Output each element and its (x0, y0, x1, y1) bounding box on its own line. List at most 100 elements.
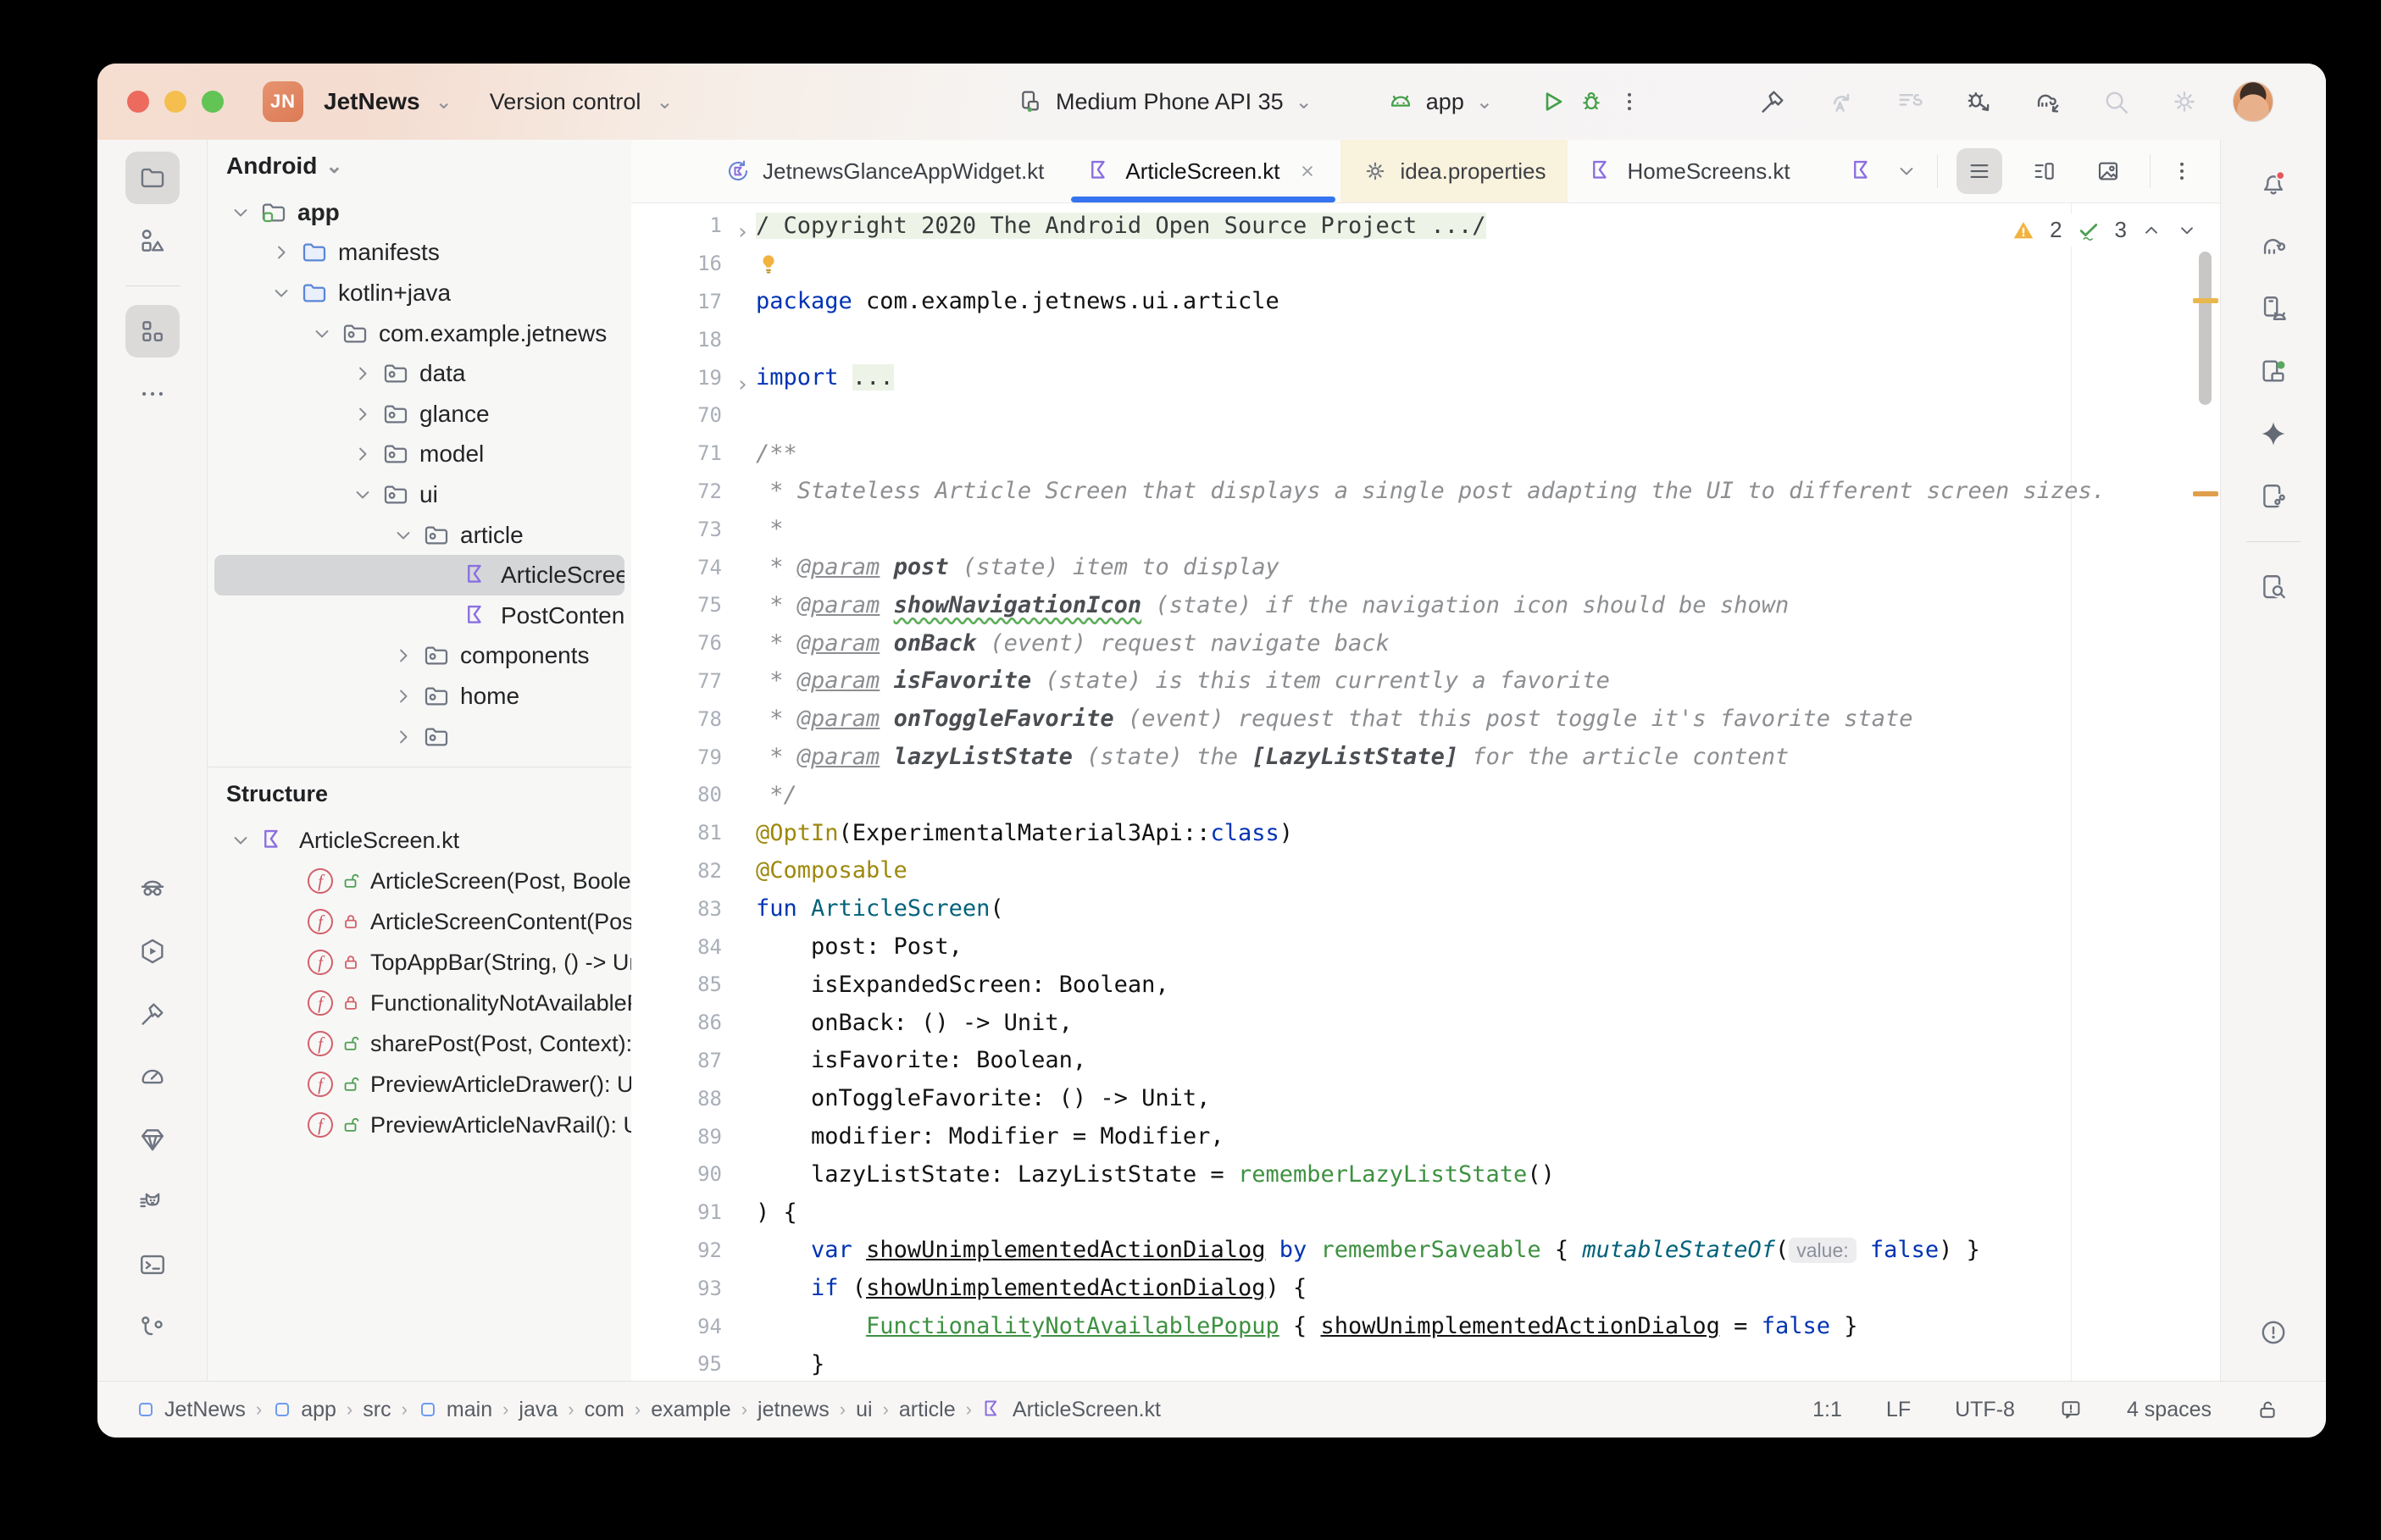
search-icon[interactable] (2101, 87, 2130, 116)
tool-button-services[interactable] (125, 925, 180, 978)
tool-button-more[interactable] (125, 368, 180, 420)
code-line-76[interactable]: 76 * @param onBack (event) request navig… (631, 624, 2220, 662)
line-number[interactable]: 86 (631, 1011, 756, 1034)
tree-item-com.example.jetnews[interactable]: com.example.jetnews (214, 313, 624, 354)
code-line-74[interactable]: 74 * @param post (state) item to display (631, 548, 2220, 586)
code-line-77[interactable]: 77 * @param isFavorite (state) is this i… (631, 662, 2220, 701)
code-line-78[interactable]: 78 * @param onToggleFavorite (event) req… (631, 700, 2220, 738)
modified-stripe-mark[interactable] (2193, 491, 2218, 496)
structure-item[interactable]: fArticleScreen(Post, Boolean, (208, 861, 631, 901)
tool-button-running-devices[interactable] (2246, 345, 2301, 397)
code-line-73[interactable]: 73 * (631, 510, 2220, 548)
line-number[interactable]: 19› (631, 366, 756, 390)
tree-item-article[interactable]: article (214, 515, 624, 556)
tool-button-gemini[interactable] (2246, 407, 2301, 460)
structure-item[interactable]: fsharePost(Post, Context): Un (208, 1023, 631, 1064)
line-number[interactable]: 83 (631, 897, 756, 921)
fold-marker-icon[interactable]: › (735, 366, 749, 404)
tree-item-PostContent.kt[interactable]: PostContent.kt (214, 596, 624, 636)
structure-item[interactable]: fPreviewArticleNavRail(): Unit (208, 1105, 631, 1145)
line-number[interactable]: 75 (631, 593, 756, 617)
warning-stripe-mark[interactable] (2193, 298, 2218, 303)
tree-item-ui[interactable]: ui (214, 474, 624, 515)
hidden-tabs-dropdown[interactable] (1895, 159, 1918, 183)
line-number[interactable]: 92 (631, 1238, 756, 1262)
code-line-88[interactable]: 88 onToggleFavorite: () -> Unit, (631, 1079, 2220, 1117)
inspections-widget[interactable]: 2 3 (2002, 213, 2206, 247)
chevron-right-icon[interactable] (345, 442, 380, 466)
chevron-down-icon[interactable] (223, 828, 258, 852)
code-line-89[interactable]: 89 modifier: Modifier = Modifier, (631, 1117, 2220, 1155)
code-line-87[interactable]: 87 isFavorite: Boolean, (631, 1042, 2220, 1080)
code-editor[interactable]: 1›/ Copyright 2020 The Android Open Sour… (631, 203, 2220, 1381)
line-number[interactable]: 77 (631, 669, 756, 693)
tab-options-button[interactable] (2169, 158, 2195, 184)
gradle-sync-icon[interactable] (2033, 87, 2062, 116)
breadcrumb-JetNews[interactable]: JetNews (136, 1398, 246, 1422)
fold-marker-icon[interactable]: › (735, 213, 749, 252)
next-problem-button[interactable] (2176, 219, 2198, 241)
code-line-85[interactable]: 85 isExpandedScreen: Boolean, (631, 966, 2220, 1004)
line-number[interactable]: 71 (631, 441, 756, 465)
line-number[interactable]: 81 (631, 821, 756, 845)
intention-bulb-icon[interactable] (756, 252, 781, 277)
line-number[interactable]: 76 (631, 631, 756, 655)
editor-tab-idea.properties[interactable]: idea.properties (1340, 140, 1568, 202)
breadcrumb-ui[interactable]: ui (856, 1398, 872, 1422)
project-view-selector[interactable]: Android (226, 152, 317, 180)
line-number[interactable]: 82 (631, 859, 756, 883)
tool-button-document-link[interactable] (2246, 470, 2301, 523)
chevron-right-icon[interactable] (345, 362, 380, 385)
settings-gear-icon[interactable] (2170, 87, 2199, 116)
chevron-down-icon[interactable] (223, 201, 258, 224)
line-number[interactable]: 78 (631, 707, 756, 731)
profiler-lines-icon[interactable] (1895, 87, 1924, 116)
line-number[interactable]: 85 (631, 972, 756, 996)
breadcrumb-app[interactable]: app (272, 1398, 336, 1422)
debug-button[interactable] (1578, 88, 1605, 115)
line-number[interactable]: 87 (631, 1049, 756, 1072)
design-view-toggle[interactable] (2085, 148, 2131, 194)
minimize-window-button[interactable] (164, 91, 186, 113)
tool-button-structure-grid[interactable] (125, 305, 180, 357)
tree-item-kotlin+java[interactable]: kotlin+java (214, 273, 624, 313)
line-number[interactable]: 18 (631, 328, 756, 352)
line-ending[interactable]: LF (1886, 1398, 1911, 1422)
prev-problem-button[interactable] (2140, 219, 2162, 241)
version-control-menu[interactable]: Version control (490, 89, 641, 115)
breadcrumb-ArticleScreen.kt[interactable]: ArticleScreen.kt (982, 1398, 1161, 1422)
chevron-down-icon[interactable] (345, 483, 380, 507)
editor-tab-ArticleScreen.kt[interactable]: ArticleScreen.kt (1066, 140, 1340, 202)
tree-item-home[interactable]: home (214, 676, 624, 717)
tree-item-data[interactable]: data (214, 353, 624, 394)
tool-button-resource-manager[interactable] (125, 214, 180, 267)
code-line-18[interactable]: 18 (631, 320, 2220, 358)
line-number[interactable]: 94 (631, 1315, 756, 1338)
line-number[interactable]: 74 (631, 556, 756, 579)
line-number[interactable]: 70 (631, 403, 756, 427)
code-line-71[interactable]: 71/** (631, 435, 2220, 473)
user-avatar[interactable] (2233, 81, 2273, 122)
breadcrumb-main[interactable]: main (418, 1398, 492, 1422)
tree-item-model[interactable]: model (214, 435, 624, 475)
code-line-83[interactable]: 83fun ArticleScreen( (631, 889, 2220, 928)
run-button[interactable] (1539, 88, 1566, 115)
line-number[interactable]: 89 (631, 1125, 756, 1149)
line-number[interactable]: 79 (631, 745, 756, 769)
caret-position[interactable]: 1:1 (1812, 1398, 1842, 1422)
code-line-17[interactable]: 17package com.example.jetnews.ui.article (631, 283, 2220, 321)
code-line-92[interactable]: 92 var showUnimplementedActionDialog by … (631, 1232, 2220, 1270)
tool-button-device-manager[interactable] (2246, 282, 2301, 335)
line-number[interactable]: 1› (631, 213, 756, 237)
code-line-82[interactable]: 82@Composable (631, 852, 2220, 890)
run-configuration-selector[interactable]: app (1426, 89, 1464, 115)
structure-item[interactable]: fPreviewArticleDrawer(): Unit (208, 1064, 631, 1105)
tool-button-build-hammer[interactable] (125, 988, 180, 1040)
tool-button-app-quality-insights[interactable] (125, 1113, 180, 1166)
line-number[interactable]: 91 (631, 1200, 756, 1224)
tool-button-version-control[interactable] (125, 1301, 180, 1354)
build-hammer-icon[interactable] (1758, 87, 1787, 116)
code-line-80[interactable]: 80 */ (631, 776, 2220, 814)
chevron-right-icon[interactable] (345, 402, 380, 426)
code-line-79[interactable]: 79 * @param lazyListState (state) the [L… (631, 738, 2220, 776)
